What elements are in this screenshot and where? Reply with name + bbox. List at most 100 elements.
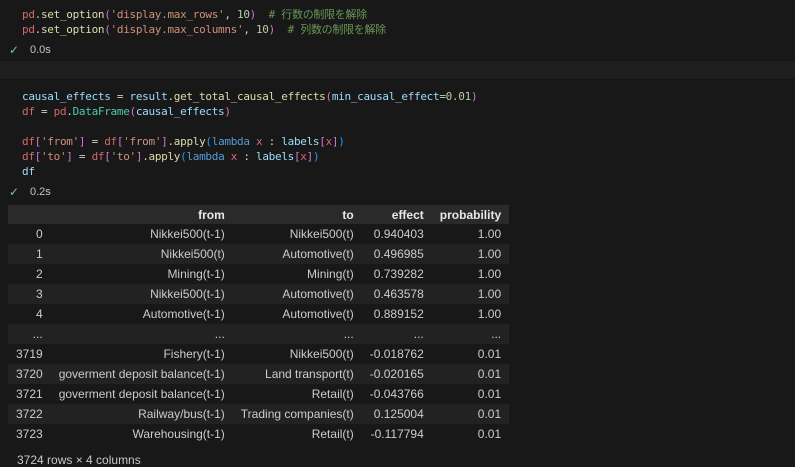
code-token: 'display.max_columns' <box>111 23 244 36</box>
code-line: df['to'] = df['to'].apply(lambda x : lab… <box>22 149 787 164</box>
table-column-header: from <box>51 205 233 224</box>
table-row: 3720goverment deposit balance(t-1)Land t… <box>8 364 509 384</box>
table-cell: ... <box>51 324 233 344</box>
table-cell: goverment deposit balance(t-1) <box>51 384 233 404</box>
code-line: df <box>22 164 787 179</box>
code-token: 'from' <box>123 135 161 148</box>
code-token <box>256 8 269 21</box>
table-cell: 0.01 <box>432 364 509 384</box>
table-cell: 1.00 <box>432 264 509 284</box>
table-cell: -0.117794 <box>362 424 432 444</box>
code-token: = <box>73 150 92 163</box>
table-cell: 0.125004 <box>362 404 432 424</box>
row-index-cell: ... <box>8 324 51 344</box>
code-line: df['from'] = df['from'].apply(lambda x :… <box>22 134 787 149</box>
code-token: causal_effects <box>22 90 111 103</box>
code-token: # 列数の制限を解除 <box>288 23 386 36</box>
code-token: pd <box>22 8 35 21</box>
row-index-cell: 3 <box>8 284 51 304</box>
code-token: lambda <box>186 150 224 163</box>
code-token: 0.01 <box>446 90 471 103</box>
table-header-row: fromtoeffectprobability <box>8 205 509 224</box>
table-row: 3723Warehousing(t-1)Retail(t)-0.1177940.… <box>8 424 509 444</box>
code-token: ) <box>224 105 230 118</box>
table-cell: ... <box>362 324 432 344</box>
row-index-cell: 3719 <box>8 344 51 364</box>
table-cell: Automotive(t) <box>233 284 362 304</box>
code-token: causal_effects <box>136 105 225 118</box>
table-row: 4Automotive(t-1)Automotive(t)0.8891521.0… <box>8 304 509 324</box>
code-token: # 行数の制限を解除 <box>269 8 367 21</box>
row-index-cell: 3722 <box>8 404 51 424</box>
code-token: result <box>130 90 168 103</box>
table-cell: Automotive(t) <box>233 244 362 264</box>
check-icon: ✓ <box>9 186 30 198</box>
code-token: 'display.max_rows' <box>111 8 225 21</box>
code-token: : <box>262 135 281 148</box>
table-cell: Land transport(t) <box>233 364 362 384</box>
code-token: df <box>22 150 35 163</box>
table-cell: 0.01 <box>432 384 509 404</box>
row-index-cell: 2 <box>8 264 51 284</box>
code-line: pd.set_option('display.max_rows', 10) # … <box>22 7 787 22</box>
table-cell: Retail(t) <box>233 424 362 444</box>
row-index-cell: 0 <box>8 224 51 244</box>
table-cell: Automotive(t) <box>233 304 362 324</box>
code-token: = <box>85 135 104 148</box>
code-token <box>275 23 288 36</box>
code-editor-1[interactable]: pd.set_option('display.max_rows', 10) # … <box>0 0 795 40</box>
code-token: df <box>22 135 35 148</box>
table-cell: Nikkei500(t-1) <box>51 284 233 304</box>
table-row: 3Nikkei500(t-1)Automotive(t)0.4635781.00 <box>8 284 509 304</box>
execution-status-2: ✓ 0.2s <box>0 182 795 202</box>
table-cell: -0.020165 <box>362 364 432 384</box>
table-cell: Warehousing(t-1) <box>51 424 233 444</box>
code-token: 'from' <box>41 135 79 148</box>
table-cell: 0.940403 <box>362 224 432 244</box>
table-cell: 1.00 <box>432 304 509 324</box>
table-cell: ... <box>233 324 362 344</box>
table-cell: 0.496985 <box>362 244 432 264</box>
code-token: apply <box>174 135 206 148</box>
table-cell: -0.043766 <box>362 384 432 404</box>
table-row: 2Mining(t-1)Mining(t)0.7392821.00 <box>8 264 509 284</box>
code-token: set_option <box>41 8 104 21</box>
table-cell: Mining(t-1) <box>51 264 233 284</box>
code-token: 'to' <box>111 150 136 163</box>
table-cell: Nikkei500(t) <box>233 224 362 244</box>
code-token: set_option <box>41 23 104 36</box>
table-row: 3721goverment deposit balance(t-1)Retail… <box>8 384 509 404</box>
notebook-editor: { "colors": { "fg": "#cccccc", "red": "#… <box>0 0 795 463</box>
table-cell: Retail(t) <box>233 384 362 404</box>
code-token: min_causal_effect <box>332 90 439 103</box>
table-column-header: effect <box>362 205 432 224</box>
code-line: pd.set_option('display.max_columns', 10)… <box>22 22 787 37</box>
code-token: 10 <box>237 8 250 21</box>
code-token: = <box>111 90 130 103</box>
code-editor-2[interactable]: causal_effects = result.get_total_causal… <box>0 80 795 182</box>
table-cell: Automotive(t-1) <box>51 304 233 324</box>
dataframe-table: fromtoeffectprobability 0Nikkei500(t-1)N… <box>8 205 509 444</box>
table-column-header: to <box>233 205 362 224</box>
cell-divider <box>0 60 795 80</box>
table-row: 1Nikkei500(t)Automotive(t)0.4969851.00 <box>8 244 509 264</box>
code-token: df <box>22 165 35 178</box>
table-row: 0Nikkei500(t-1)Nikkei500(t)0.9404031.00 <box>8 224 509 244</box>
code-token: ) <box>338 135 344 148</box>
code-line <box>22 119 787 134</box>
code-token: DataFrame <box>73 105 130 118</box>
code-token: df <box>92 150 105 163</box>
table-cell: 0.01 <box>432 404 509 424</box>
table-cell: Nikkei500(t-1) <box>51 224 233 244</box>
table-cell: Trading companies(t) <box>233 404 362 424</box>
table-column-header <box>8 205 51 224</box>
table-column-header: probability <box>432 205 509 224</box>
table-row: 3722Railway/bus(t-1)Trading companies(t)… <box>8 404 509 424</box>
code-token: 10 <box>256 23 269 36</box>
code-token: , <box>243 23 256 36</box>
table-cell: 0.01 <box>432 344 509 364</box>
cell-output: fromtoeffectprobability 0Nikkei500(t-1)N… <box>0 202 795 467</box>
code-token: 'to' <box>41 150 66 163</box>
table-cell: -0.018762 <box>362 344 432 364</box>
table-cell: 1.00 <box>432 224 509 244</box>
